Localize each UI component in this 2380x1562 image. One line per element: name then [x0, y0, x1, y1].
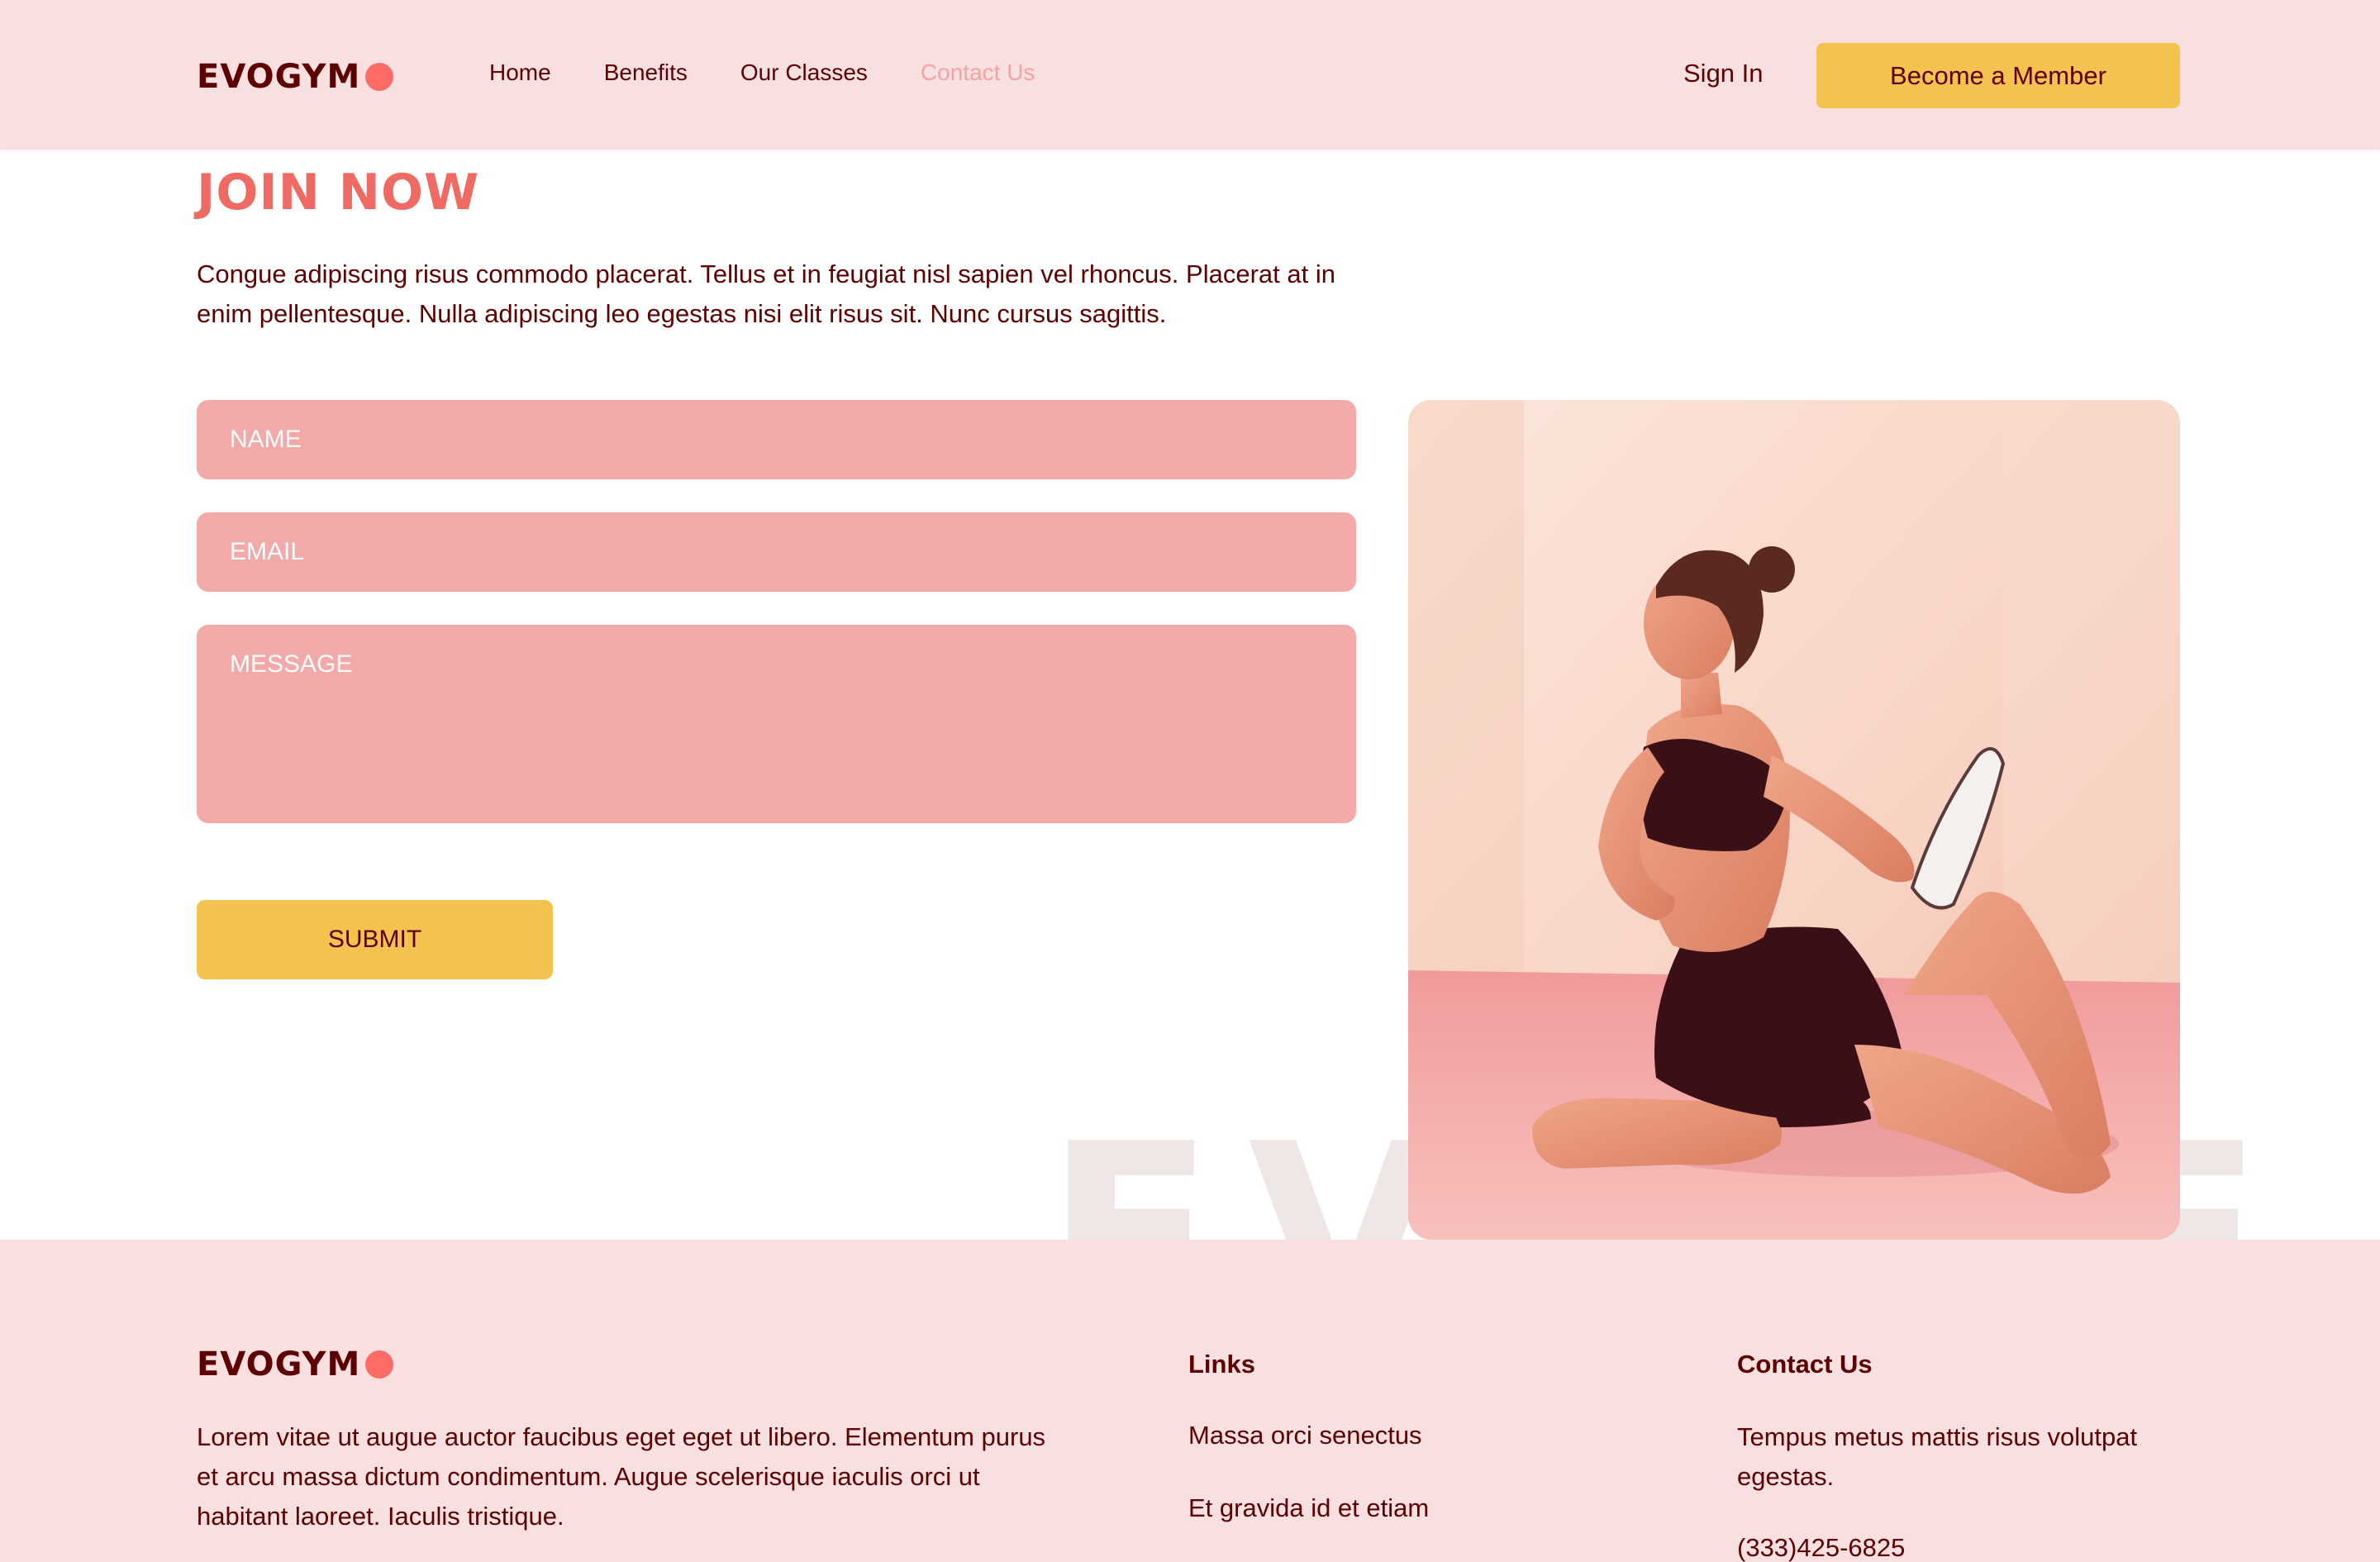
footer: EVOGYM Lorem vitae ut augue auctor fauci… — [0, 1240, 2380, 1562]
become-member-button[interactable]: Become a Member — [1816, 43, 2180, 108]
footer-logo-dot-icon — [365, 1350, 394, 1379]
woman-stretching-image — [1408, 400, 2180, 1240]
footer-contact-heading: Contact Us — [1737, 1350, 1873, 1379]
logo-text: EVOGYM — [197, 58, 361, 96]
logo-dot-icon — [365, 63, 394, 91]
submit-button[interactable]: SUBMIT — [197, 900, 553, 979]
nav-links: Home Benefits Our Classes Contact Us — [489, 60, 1035, 86]
footer-logo[interactable]: EVOGYM — [197, 1345, 394, 1383]
logo[interactable]: EVOGYM — [197, 58, 394, 96]
footer-contact-text: Tempus metus mattis risus volutpat egest… — [1737, 1422, 2138, 1491]
footer-link-2[interactable]: Et gravida id et etiam — [1188, 1493, 1429, 1523]
nav-link-benefits[interactable]: Benefits — [604, 60, 688, 86]
nav-link-home[interactable]: Home — [489, 60, 551, 86]
navbar: EVOGYM Home Benefits Our Classes Contact… — [0, 0, 2380, 150]
footer-logo-text: EVOGYM — [197, 1345, 361, 1383]
footer-link-1[interactable]: Massa orci senectus — [1188, 1421, 1422, 1450]
join-title: JOIN NOW — [197, 164, 480, 221]
name-input[interactable] — [197, 400, 1356, 479]
footer-links-heading: Links — [1188, 1350, 1255, 1379]
nav-link-our-classes[interactable]: Our Classes — [740, 60, 868, 86]
footer-description: Lorem vitae ut augue auctor faucibus ege… — [197, 1422, 1046, 1531]
message-input[interactable] — [197, 625, 1356, 823]
nav-link-contact-us[interactable]: Contact Us — [921, 60, 1035, 86]
footer-phone: (333)425-6825 — [1737, 1533, 1906, 1562]
email-input[interactable] — [197, 512, 1356, 592]
join-description: Congue adipiscing risus commodo placerat… — [197, 260, 1335, 328]
sign-in-link[interactable]: Sign In — [1683, 59, 1764, 88]
